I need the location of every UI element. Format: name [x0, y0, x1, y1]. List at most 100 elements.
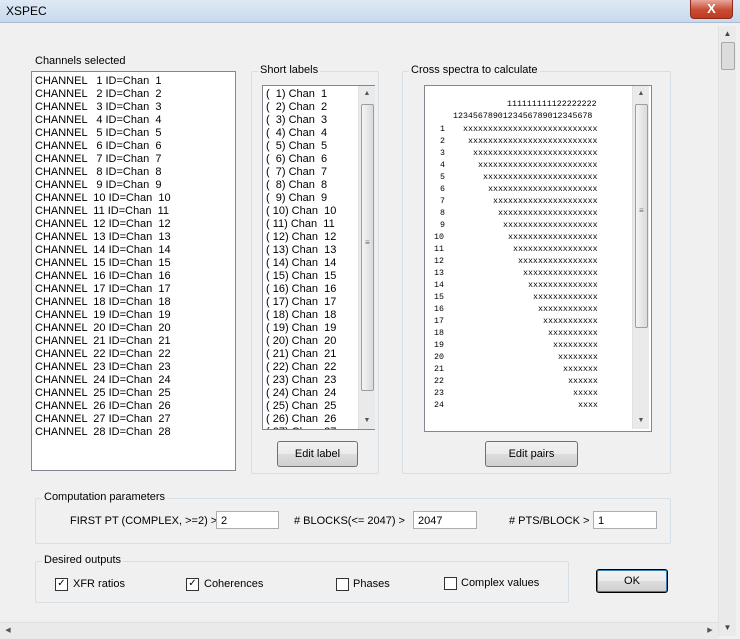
coherences-checkbox[interactable]: ✓	[186, 578, 199, 591]
channel-list-item[interactable]: CHANNEL 5 ID=Chan 5	[35, 127, 235, 140]
window-title: XSPEC	[6, 4, 47, 18]
cross-row-number: 6	[440, 185, 445, 194]
cross-row-pairs[interactable]: xxxxxx	[568, 376, 598, 388]
pts-per-block-input[interactable]: 1	[593, 511, 657, 529]
complex-values-label[interactable]: Complex values	[461, 577, 539, 589]
cross-row-pairs[interactable]: xxxxxxxxxxxxxxxxxxxx	[498, 208, 598, 220]
xfr-ratios-checkbox[interactable]: ✓	[55, 578, 68, 591]
cross-row-pairs[interactable]: xxxxxxxxxxxxxxxxxx	[508, 232, 598, 244]
cross-row-pairs[interactable]: xxxxxxxxxxxxx	[533, 292, 598, 304]
channel-list-item[interactable]: CHANNEL 7 ID=Chan 7	[35, 153, 235, 166]
channel-list-item[interactable]: CHANNEL 10 ID=Chan 10	[35, 192, 235, 205]
edit-pairs-button[interactable]: Edit pairs	[485, 441, 578, 467]
cross-row-number: 19	[434, 341, 444, 350]
channel-list-item[interactable]: CHANNEL 12 ID=Chan 12	[35, 218, 235, 231]
channel-list-item[interactable]: CHANNEL 2 ID=Chan 2	[35, 88, 235, 101]
channel-list-item[interactable]: CHANNEL 16 ID=Chan 16	[35, 270, 235, 283]
channel-list-item[interactable]: CHANNEL 8 ID=Chan 8	[35, 166, 235, 179]
channel-list-item[interactable]: CHANNEL 25 ID=Chan 25	[35, 387, 235, 400]
cross-row-pairs[interactable]: xxxxxxxxxx	[548, 328, 598, 340]
channel-list-item[interactable]: CHANNEL 20 ID=Chan 20	[35, 322, 235, 335]
channel-list-item[interactable]: CHANNEL 14 ID=Chan 14	[35, 244, 235, 257]
cross-row-number: 1	[440, 125, 445, 134]
cross-row-pairs[interactable]: xxxxxxxxxxxxxxxxxxxxxx	[488, 184, 598, 196]
scroll-right-arrow-icon[interactable]: ▶	[702, 623, 718, 639]
channel-list-item[interactable]: CHANNEL 26 ID=Chan 26	[35, 400, 235, 413]
scroll-left-arrow-icon[interactable]: ◀	[0, 623, 16, 639]
blocks-label: # BLOCKS(<= 2047) >	[294, 515, 405, 527]
cross-spectra-title: Cross spectra to calculate	[409, 64, 540, 76]
channel-list-item[interactable]: CHANNEL 18 ID=Chan 18	[35, 296, 235, 309]
channel-list-item[interactable]: CHANNEL 27 ID=Chan 27	[35, 413, 235, 426]
xfr-ratios-label[interactable]: XFR ratios	[73, 578, 125, 590]
cross-row-pairs[interactable]: xxxxxxxxxxxxxxxxxxx	[503, 220, 598, 232]
edit-label-button[interactable]: Edit label	[277, 441, 358, 467]
phases-label[interactable]: Phases	[353, 578, 390, 590]
cross-row-pairs[interactable]: xxxxxxxxxxxxxxxxxxxxxxxxxx	[468, 136, 597, 148]
main-horizontal-scrollbar[interactable]: ◀ ▶	[0, 622, 718, 639]
cross-row-number: 20	[434, 353, 444, 362]
cross-row-pairs[interactable]: xxxxxxxxxxxxxxxxxxxxxxxx	[478, 160, 598, 172]
cross-spectra-vscrollbar[interactable]: ▲ ≡ ▼	[632, 86, 649, 429]
channel-list-item[interactable]: CHANNEL 9 ID=Chan 9	[35, 179, 235, 192]
channels-listbox[interactable]: CHANNEL 1 ID=Chan 1 CHANNEL 2 ID=Chan 2 CH…	[31, 71, 236, 471]
phases-checkbox[interactable]	[336, 578, 349, 591]
cross-row-pairs[interactable]: xxxxxxx	[563, 364, 598, 376]
scroll-down-arrow-icon[interactable]: ▼	[719, 620, 736, 636]
channel-list-item[interactable]: CHANNEL 28 ID=Chan 28	[35, 426, 235, 439]
cross-row-pairs[interactable]: xxxxxxxxxxxxxxxxxxxxxxxxx	[473, 148, 597, 160]
cross-row-pairs[interactable]: xxxxxxxx	[558, 352, 598, 364]
first-pt-input[interactable]: 2	[216, 511, 279, 529]
short-labels-scroll-down-icon[interactable]: ▼	[359, 413, 375, 429]
desired-outputs-title: Desired outputs	[42, 554, 124, 566]
short-labels-scroll-thumb[interactable]: ≡	[361, 104, 374, 391]
channel-list-item[interactable]: CHANNEL 3 ID=Chan 3	[35, 101, 235, 114]
short-labels-scrollbar[interactable]: ▲ ≡ ▼	[358, 86, 375, 429]
cross-row-number: 22	[434, 377, 444, 386]
cross-row-pairs[interactable]: xxxxx	[573, 388, 598, 400]
ok-button[interactable]: OK	[596, 569, 668, 593]
cross-row-pairs[interactable]: xxxxxxxxxxxxxxxxx	[513, 244, 598, 256]
cross-row-number: 14	[434, 281, 444, 290]
channel-list-item[interactable]: CHANNEL 22 ID=Chan 22	[35, 348, 235, 361]
scroll-thumb[interactable]	[721, 42, 735, 70]
channel-list-item[interactable]: CHANNEL 13 ID=Chan 13	[35, 231, 235, 244]
short-labels-scroll-up-icon[interactable]: ▲	[359, 86, 375, 102]
cross-scroll-up-icon[interactable]: ▲	[633, 86, 649, 102]
cross-spectra-box[interactable]: 111111111122222222 123456789012345678901…	[424, 85, 652, 432]
cross-row-number: 12	[434, 257, 444, 266]
cross-row-pairs[interactable]: xxxxxxxxxxxxxxxxxxxxxxx	[483, 172, 598, 184]
main-vertical-scrollbar[interactable]: ▲ ▼	[718, 26, 736, 636]
cross-row-pairs[interactable]: xxxxxxxxxxxxxxx	[523, 268, 598, 280]
title-bar: XSPEC X	[0, 0, 740, 23]
coherences-label[interactable]: Coherences	[204, 578, 263, 590]
cross-row-pairs[interactable]: xxxx	[578, 400, 598, 412]
channel-list-item[interactable]: CHANNEL 11 ID=Chan 11	[35, 205, 235, 218]
cross-row-number: 21	[434, 365, 444, 374]
cross-row-pairs[interactable]: xxxxxxxxxxx	[543, 316, 598, 328]
first-pt-label: FIRST PT (COMPLEX, >=2) >	[70, 515, 218, 527]
channel-list-item[interactable]: CHANNEL 4 ID=Chan 4	[35, 114, 235, 127]
channel-list-item[interactable]: CHANNEL 24 ID=Chan 24	[35, 374, 235, 387]
cross-row-pairs[interactable]: xxxxxxxxxxxxxxxxxxxxxxxxxxx	[463, 124, 597, 136]
channel-list-item[interactable]: CHANNEL 17 ID=Chan 17	[35, 283, 235, 296]
complex-values-checkbox[interactable]	[444, 577, 457, 590]
channel-list-item[interactable]: CHANNEL 1 ID=Chan 1	[35, 75, 235, 88]
channel-list-item[interactable]: CHANNEL 19 ID=Chan 19	[35, 309, 235, 322]
channel-list-item[interactable]: CHANNEL 15 ID=Chan 15	[35, 257, 235, 270]
channel-list-item[interactable]: CHANNEL 6 ID=Chan 6	[35, 140, 235, 153]
cross-row-number: 17	[434, 317, 444, 326]
close-button[interactable]: X	[690, 0, 733, 19]
channel-list-item[interactable]: CHANNEL 23 ID=Chan 23	[35, 361, 235, 374]
scroll-up-arrow-icon[interactable]: ▲	[719, 26, 736, 42]
channel-list-item[interactable]: CHANNEL 21 ID=Chan 21	[35, 335, 235, 348]
cross-row-pairs[interactable]: xxxxxxxxxxxxxxxxxxxxx	[493, 196, 598, 208]
cross-scroll-thumb[interactable]: ≡	[635, 104, 648, 328]
blocks-input[interactable]: 2047	[413, 511, 477, 529]
cross-row-pairs[interactable]: xxxxxxxxxxxxxx	[528, 280, 598, 292]
cross-row-pairs[interactable]: xxxxxxxxxxxxxxxx	[518, 256, 598, 268]
cross-row-pairs[interactable]: xxxxxxxxx	[553, 340, 598, 352]
cross-scroll-down-icon[interactable]: ▼	[633, 413, 649, 429]
cross-row-number: 2	[440, 137, 445, 146]
cross-row-pairs[interactable]: xxxxxxxxxxxx	[538, 304, 598, 316]
